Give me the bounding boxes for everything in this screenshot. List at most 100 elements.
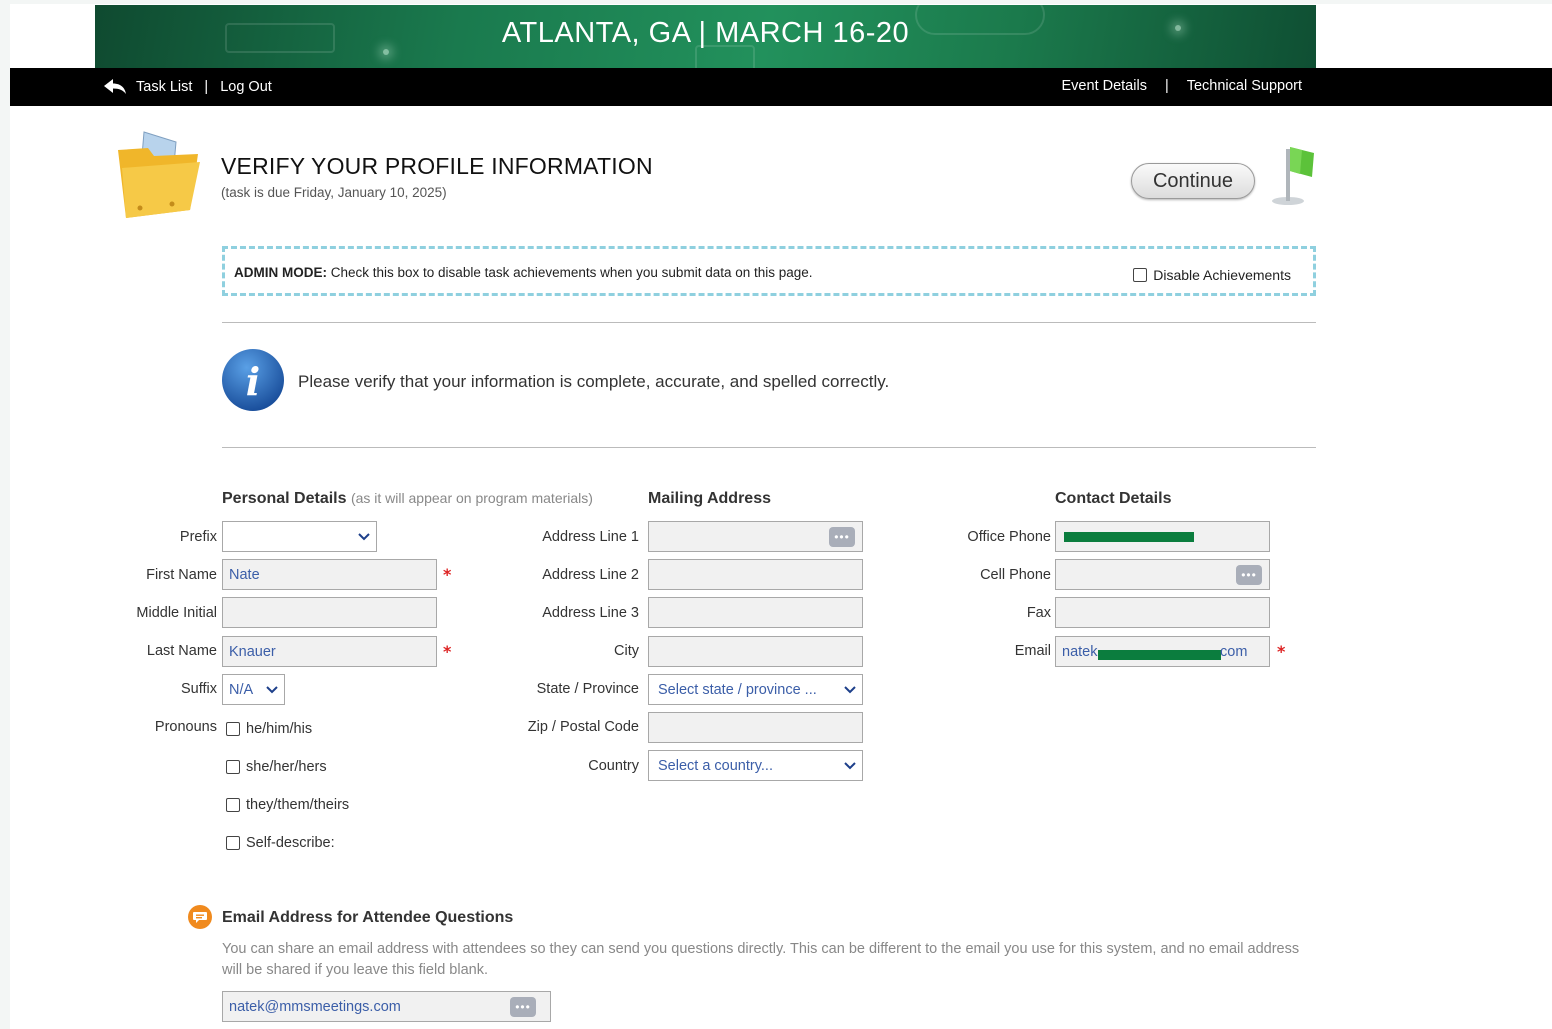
chevron-down-icon bbox=[266, 685, 278, 693]
disable-achievements-checkbox[interactable] bbox=[1133, 268, 1148, 282]
email-visible-end: com bbox=[1220, 643, 1248, 660]
attendee-questions-email-field[interactable]: natek@mmsmeetings.com ••• bbox=[222, 991, 551, 1022]
chevron-down-icon bbox=[844, 761, 856, 769]
nav-right-links: Event Details | Technical Support bbox=[1062, 78, 1302, 94]
attendee-questions-description: You can share an email address with atte… bbox=[222, 941, 1300, 978]
admin-mode-box: ADMIN MODE: Check this box to disable ta… bbox=[222, 246, 1316, 296]
pronoun-option-label: they/them/theirs bbox=[246, 797, 350, 813]
more-options-icon[interactable]: ••• bbox=[829, 527, 855, 547]
suffix-value: N/A bbox=[229, 681, 254, 698]
pronoun-checkbox[interactable] bbox=[226, 798, 240, 812]
personal-details-note: (as it will appear on program materials) bbox=[350, 490, 593, 506]
first-name-label: First Name bbox=[146, 567, 217, 583]
nav-separator: | bbox=[204, 79, 209, 95]
page-title: VERIFY YOUR PROFILE INFORMATION bbox=[221, 153, 653, 179]
pronoun-option-label: she/her/hers bbox=[246, 759, 327, 775]
state-province-placeholder: Select state / province ... bbox=[658, 681, 817, 698]
first-name-field[interactable]: Nate bbox=[222, 559, 437, 590]
office-phone-field[interactable] bbox=[1055, 521, 1270, 552]
required-marker: * bbox=[443, 642, 452, 661]
chevron-down-icon bbox=[358, 532, 370, 540]
svg-text:i: i bbox=[246, 359, 260, 404]
required-marker: * bbox=[443, 565, 452, 584]
divider bbox=[222, 322, 1316, 323]
address-line-3-field[interactable] bbox=[648, 597, 863, 628]
banner-title: ATLANTA, GA | MARCH 16-20 bbox=[501, 17, 910, 49]
personal-details-heading: Personal Details (as it will appear on p… bbox=[222, 490, 593, 508]
event-details-link[interactable]: Event Details bbox=[1062, 78, 1147, 94]
task-list-link[interactable]: Task List bbox=[136, 79, 192, 95]
pronoun-checkbox[interactable] bbox=[226, 760, 240, 774]
disable-achievements-label: Disable Achievements bbox=[1153, 267, 1291, 283]
address-line-3-label: Address Line 3 bbox=[542, 605, 639, 621]
address-line-2-label: Address Line 2 bbox=[542, 567, 639, 583]
back-arrow-icon[interactable] bbox=[102, 78, 128, 96]
admin-mode-label: ADMIN MODE: bbox=[234, 265, 327, 280]
last-name-field[interactable]: Knauer bbox=[222, 636, 437, 667]
disable-achievements-control[interactable]: Disable Achievements bbox=[1133, 267, 1291, 283]
state-province-label: State / Province bbox=[536, 681, 639, 697]
admin-mode-description: Check this box to disable task achieveme… bbox=[327, 265, 813, 280]
middle-initial-label: Middle Initial bbox=[136, 605, 217, 621]
last-name-value: Knauer bbox=[229, 643, 276, 660]
city-label: City bbox=[614, 643, 639, 659]
pronoun-option[interactable]: Self-describe: bbox=[226, 835, 335, 851]
pronoun-option-label: Self-describe: bbox=[246, 835, 335, 851]
chevron-down-icon bbox=[844, 685, 856, 693]
email-visible-start: natek bbox=[1062, 643, 1098, 660]
more-options-icon[interactable]: ••• bbox=[1236, 565, 1262, 585]
flag-icon bbox=[1272, 147, 1314, 205]
more-options-icon[interactable]: ••• bbox=[510, 997, 536, 1017]
fax-field[interactable] bbox=[1055, 597, 1270, 628]
log-out-link[interactable]: Log Out bbox=[220, 79, 272, 95]
redacted-value bbox=[1098, 650, 1221, 660]
redacted-value bbox=[1064, 532, 1194, 542]
pronoun-option-label: he/him/his bbox=[246, 721, 313, 737]
pronouns-label: Pronouns bbox=[154, 719, 217, 735]
contact-details-heading: Contact Details bbox=[1055, 490, 1172, 507]
chat-bubble-icon bbox=[188, 905, 212, 929]
divider bbox=[222, 447, 1316, 448]
task-due-date: (task is due Friday, January 10, 2025) bbox=[221, 185, 447, 200]
suffix-label: Suffix bbox=[180, 681, 217, 697]
prefix-select[interactable] bbox=[222, 521, 377, 552]
address-line-2-field[interactable] bbox=[648, 559, 863, 590]
mailing-address-heading: Mailing Address bbox=[648, 490, 771, 507]
zip-postal-code-field[interactable] bbox=[648, 712, 863, 743]
state-province-select[interactable]: Select state / province ... bbox=[648, 674, 863, 705]
personal-details-title: Personal Details bbox=[222, 490, 347, 507]
pronoun-option[interactable]: they/them/theirs bbox=[226, 797, 349, 813]
pronoun-checkbox[interactable] bbox=[226, 722, 240, 736]
fax-label: Fax bbox=[1026, 605, 1051, 621]
country-label: Country bbox=[588, 758, 639, 774]
suffix-select[interactable]: N/A bbox=[222, 674, 285, 705]
pronoun-option[interactable]: she/her/hers bbox=[226, 759, 327, 775]
continue-button[interactable]: Continue bbox=[1131, 163, 1255, 199]
last-name-label: Last Name bbox=[146, 643, 217, 659]
country-select[interactable]: Select a country... bbox=[648, 750, 863, 781]
city-field[interactable] bbox=[648, 636, 863, 667]
folder-icon bbox=[118, 131, 200, 218]
first-name-value: Nate bbox=[229, 566, 260, 583]
event-banner: ATLANTA, GA | MARCH 16-20 bbox=[95, 5, 1316, 68]
top-nav-bar: Task List | Log Out Event Details | Tech… bbox=[10, 68, 1552, 106]
nav-separator: | bbox=[1164, 78, 1169, 94]
cell-phone-field[interactable]: ••• bbox=[1055, 559, 1270, 590]
technical-support-link[interactable]: Technical Support bbox=[1187, 78, 1302, 94]
email-field[interactable]: natek com bbox=[1055, 636, 1270, 667]
office-phone-label: Office Phone bbox=[967, 529, 1051, 545]
country-placeholder: Select a country... bbox=[658, 757, 773, 774]
address-line-1-field[interactable]: ••• bbox=[648, 521, 863, 552]
email-label: Email bbox=[1014, 643, 1051, 659]
pronoun-option[interactable]: he/him/his bbox=[226, 721, 312, 737]
admin-mode-text: ADMIN MODE: Check this box to disable ta… bbox=[234, 265, 813, 280]
prefix-label: Prefix bbox=[179, 529, 217, 545]
pronoun-checkbox[interactable] bbox=[226, 836, 240, 850]
info-message: Please verify that your information is c… bbox=[298, 372, 890, 391]
attendee-questions-email-value: natek@mmsmeetings.com bbox=[229, 998, 401, 1015]
nav-left-links: Task List | Log Out bbox=[102, 78, 272, 96]
attendee-questions-title: Email Address for Attendee Questions bbox=[222, 909, 514, 926]
address-line-1-label: Address Line 1 bbox=[542, 529, 639, 545]
middle-initial-field[interactable] bbox=[222, 597, 437, 628]
required-marker: * bbox=[1277, 642, 1286, 661]
